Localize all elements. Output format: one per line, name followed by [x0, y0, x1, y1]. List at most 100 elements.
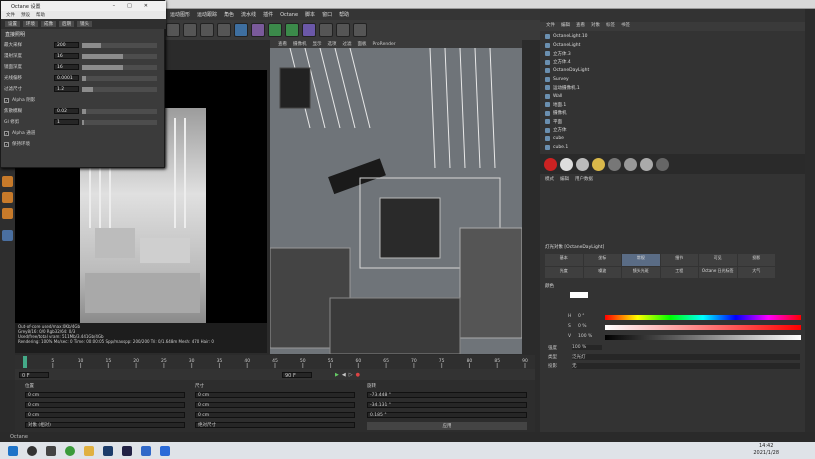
dialog-row-value[interactable]: 1: [54, 119, 79, 125]
object-row[interactable]: 立方体: [545, 127, 800, 134]
viewport-tab[interactable]: 查看: [278, 41, 287, 47]
attribute-tab[interactable]: 噪波: [583, 266, 621, 278]
camera-icon[interactable]: [336, 23, 350, 37]
value-slider[interactable]: [605, 335, 801, 340]
material-swatch[interactable]: [544, 157, 557, 171]
render-settings-icon[interactable]: [217, 23, 231, 37]
task-view-icon[interactable]: [46, 445, 56, 456]
object-row[interactable]: cube: [545, 135, 800, 142]
om-menu-item[interactable]: 标签: [606, 22, 615, 31]
deformer-icon[interactable]: [302, 23, 316, 37]
material-swatch[interactable]: [576, 157, 589, 171]
size-mode-select[interactable]: 绝对尺寸: [195, 422, 355, 428]
viewport-tab[interactable]: 选项: [328, 41, 337, 47]
menu-item[interactable]: 窗口: [322, 11, 332, 18]
attr-menu-item[interactable]: 编辑: [560, 176, 569, 182]
render-view-icon[interactable]: [183, 23, 197, 37]
dialog-row-value[interactable]: 16: [54, 53, 79, 59]
dialog-row-slider[interactable]: [82, 108, 157, 114]
material-swatch[interactable]: [608, 157, 621, 171]
dialog-tab[interactable]: 后期: [59, 21, 74, 27]
om-menu-item[interactable]: 书签: [621, 22, 630, 31]
viewport-tab[interactable]: 显示: [313, 41, 322, 47]
object-row[interactable]: 地面.1: [545, 101, 800, 108]
pos-x-field[interactable]: 0 cm: [25, 392, 185, 398]
dialog-menu-item[interactable]: 帮助: [36, 12, 45, 18]
scene-icon[interactable]: [319, 23, 333, 37]
material-swatch[interactable]: [624, 157, 637, 171]
dialog-row-value[interactable]: 1.2: [54, 86, 79, 92]
attribute-tab[interactable]: 基本: [545, 254, 583, 266]
dialog-row-value[interactable]: 16: [54, 64, 79, 70]
apply-button[interactable]: 应用: [367, 422, 527, 430]
attribute-tab[interactable]: 光度: [545, 266, 583, 278]
end-frame-field[interactable]: 90 F: [282, 371, 312, 379]
attribute-tab[interactable]: 可见: [699, 254, 737, 266]
attribute-tab[interactable]: 镜头光斑: [622, 266, 660, 278]
light-icon[interactable]: [353, 23, 367, 37]
object-row[interactable]: 立方体.3: [545, 50, 800, 57]
hue-slider[interactable]: [605, 315, 801, 320]
material-swatch[interactable]: [592, 157, 605, 171]
menu-item[interactable]: 帮助: [339, 11, 349, 18]
object-row[interactable]: Survey: [545, 76, 800, 83]
material-swatch[interactable]: [640, 157, 653, 171]
dialog-row-slider[interactable]: [82, 53, 157, 59]
size-x-field[interactable]: 0 cm: [195, 392, 355, 398]
attribute-tab[interactable]: Octane 日光标签: [699, 266, 737, 278]
attribute-tab[interactable]: 坐标: [583, 254, 621, 266]
dialog-menu-item[interactable]: 文件: [6, 12, 15, 18]
menu-item[interactable]: 流水线: [241, 11, 256, 18]
om-menu-item[interactable]: 文件: [546, 22, 555, 31]
dialog-tab[interactable]: 镜头: [77, 21, 92, 27]
object-row[interactable]: OctaneLight.10: [545, 33, 800, 40]
object-row[interactable]: 摄像机: [545, 110, 800, 117]
object-row[interactable]: 平面: [545, 118, 800, 125]
om-menu-item[interactable]: 对象: [591, 22, 600, 31]
om-menu-item[interactable]: 查看: [576, 22, 585, 31]
viewport-tab[interactable]: 摄像机: [293, 41, 307, 47]
folder-icon[interactable]: [84, 445, 94, 456]
prev-frame-icon[interactable]: ◀: [342, 372, 346, 378]
dialog-checkbox[interactable]: ✓: [4, 141, 9, 147]
coord-mode-select[interactable]: 对象 (相对): [25, 422, 185, 428]
viewport-tab[interactable]: 面板: [358, 41, 367, 47]
viewport-tab[interactable]: ProRender: [373, 42, 396, 47]
attr-menu-item[interactable]: 用户数据: [575, 176, 593, 182]
dialog-checkbox[interactable]: ✓: [4, 130, 9, 136]
rot-h-field[interactable]: -73.448 °: [367, 392, 527, 398]
h-value[interactable]: 0 °: [578, 314, 585, 319]
dialog-menu-item[interactable]: 预设: [21, 12, 30, 18]
om-menu-item[interactable]: 编辑: [561, 22, 570, 31]
object-row[interactable]: 立方体.4: [545, 59, 800, 66]
pen-icon[interactable]: [251, 23, 265, 37]
material-swatch[interactable]: [560, 157, 573, 171]
rotate-tool-icon[interactable]: [2, 208, 13, 219]
attribute-tab[interactable]: 常规: [622, 254, 660, 266]
menu-item[interactable]: 运动图形: [170, 11, 190, 18]
menu-item[interactable]: 运动跟踪: [197, 11, 217, 18]
attribute-tab[interactable]: 工程: [660, 266, 698, 278]
subdivision-icon[interactable]: [268, 23, 282, 37]
dialog-tab[interactable]: 设置: [5, 21, 20, 27]
s-value[interactable]: 0 %: [578, 324, 587, 329]
shadow-select[interactable]: 无: [572, 363, 800, 369]
v-value[interactable]: 100 %: [578, 334, 592, 339]
dialog-row-slider[interactable]: [82, 86, 157, 92]
dialog-row-slider[interactable]: [82, 119, 157, 125]
start-frame-field[interactable]: 0 F: [19, 371, 49, 379]
dialog-row-slider[interactable]: [82, 64, 157, 70]
object-row[interactable]: OctaneLight: [545, 42, 800, 49]
object-row[interactable]: 运动摄像机.1: [545, 84, 800, 91]
dialog-tab[interactable]: 环境: [23, 21, 38, 27]
undo-icon[interactable]: [166, 23, 180, 37]
menu-item[interactable]: 角色: [224, 11, 234, 18]
model-mode-icon[interactable]: [2, 230, 13, 241]
size-y-field[interactable]: 0 cm: [195, 402, 355, 408]
material-swatch[interactable]: [656, 157, 669, 171]
window-controls[interactable]: –□✕: [113, 3, 160, 9]
dialog-row-slider[interactable]: [82, 42, 157, 48]
size-z-field[interactable]: 0 cm: [195, 412, 355, 418]
record-icon[interactable]: ●: [356, 372, 360, 378]
app-icon[interactable]: [141, 445, 151, 456]
